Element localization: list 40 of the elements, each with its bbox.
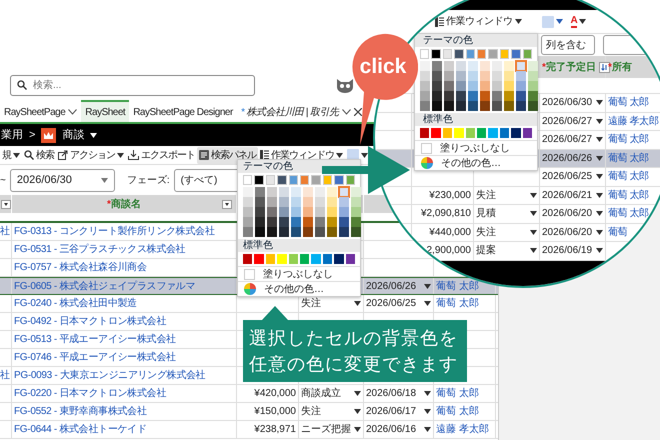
date-cell-text: 2026/06/21 — [542, 188, 592, 203]
phase-cell-text: 失注 — [301, 296, 321, 311]
callout-text: 任意の色に変更できます — [249, 353, 459, 376]
phase-cell-text: 見積 — [476, 206, 496, 222]
date-cell-text: 2026/06/20 — [542, 207, 592, 222]
table-cell-text: 社 — [0, 224, 10, 239]
breadcrumb-separator: > — [29, 128, 36, 143]
section-title: 標準色 — [238, 239, 360, 252]
phase-cell-text: 商談成立 — [301, 386, 341, 401]
date-cell-text: 2026/06/30 — [542, 96, 592, 110]
callout-text: 選択したセルの背景色を — [249, 327, 459, 350]
phase-cell-text: 失注 — [476, 188, 496, 203]
date-cell-text: 2026/06/26 — [542, 152, 592, 166]
range-tilde: ~ — [0, 174, 6, 188]
phase-cell-text: 失注 — [301, 404, 321, 419]
date-cell-text: 2026/06/20 — [542, 226, 592, 240]
date-cell-text: 2026/06/26 — [366, 280, 416, 294]
amount-cell-text: ¥420,000 — [254, 387, 296, 401]
date-cell-text: 2026/06/25 — [366, 297, 416, 311]
table-cell-text: 社 — [0, 368, 10, 383]
section-title: 標準色 — [415, 113, 537, 126]
date-cell-text: 2026/06/16 — [366, 423, 416, 437]
click-label: click — [358, 54, 408, 80]
date-cell-text: 2026/06/19 — [542, 244, 592, 258]
phase-cell-text: 提案 — [476, 244, 496, 258]
date-cell-text: 2026/06/17 — [366, 405, 416, 419]
amount-cell-text: ¥230,000 — [429, 188, 471, 203]
date-cell-text: 2026/06/27 — [542, 133, 592, 148]
amount-cell-text: ¥2,090,810 — [420, 207, 471, 222]
phase-label: フェーズ: — [126, 174, 170, 188]
amount-cell-text: ¥150,000 — [254, 405, 296, 419]
date-cell-text: 2026/06/18 — [366, 387, 416, 401]
amount-cell-text: ¥440,000 — [429, 226, 471, 240]
phase-cell-text: 失注 — [476, 226, 496, 240]
amount-cell-text: ¥238,971 — [254, 423, 296, 437]
date-cell-text: 2026/06/27 — [542, 114, 592, 129]
amount-cell-text: 2,900,000 — [426, 244, 471, 258]
phase-cell-text: ニーズ把握 — [301, 423, 351, 437]
section-title: テーマの色 — [415, 34, 537, 47]
date-cell-text: 2026/06/25 — [542, 170, 592, 184]
